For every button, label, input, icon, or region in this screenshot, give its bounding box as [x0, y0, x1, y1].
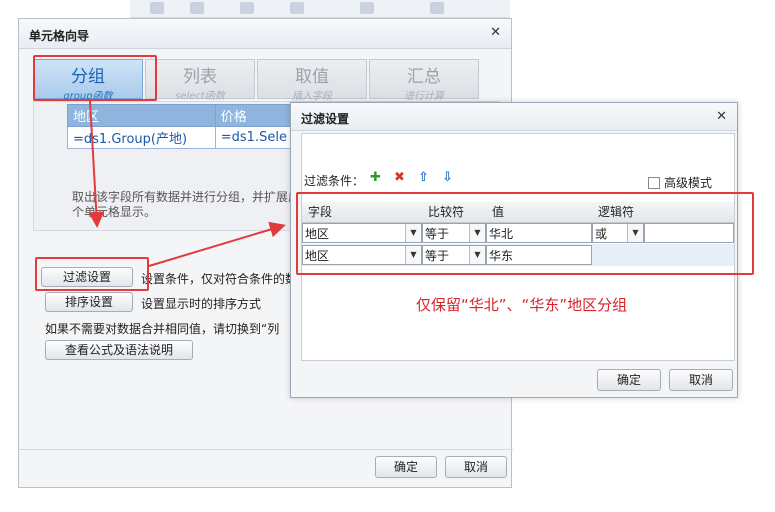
tab-group-sub: group函数 [63, 91, 113, 102]
field-value: 地区 [305, 248, 330, 263]
row-spacer [644, 223, 734, 244]
field-select[interactable]: 地区 ▼ [302, 223, 422, 244]
filter-settings-dialog: 过滤设置 ✕ 过滤条件： ✚ ✖ ⇧ ⇩ 高级模式 字段 比较符 值 逻辑符 地… [290, 102, 738, 398]
tab-list-label: 列表 [183, 67, 217, 87]
main-titlebar: 单元格向导 ✕ [19, 19, 511, 49]
delete-icon[interactable]: ✖ [394, 170, 405, 185]
field-select[interactable]: 地区 ▼ [302, 245, 422, 265]
field-value: 地区 [305, 226, 330, 241]
row-spacer [592, 244, 734, 266]
preview-cell-group: =ds1.Group(产地) [67, 126, 216, 149]
move-up-icon[interactable]: ⇧ [418, 170, 429, 185]
filter-ok-button[interactable]: 确定 [597, 369, 661, 391]
logic-select[interactable]: 或 ▼ [592, 223, 644, 244]
condition-label: 过滤条件： [304, 174, 365, 188]
tab-summary[interactable]: 汇总 进行计算 [369, 59, 479, 102]
tab-value-label: 取值 [295, 67, 329, 87]
footer-divider [19, 449, 513, 450]
sort-settings-desc: 设置显示时的排序方式 [141, 297, 262, 311]
filter-dialog-title: 过滤设置 [301, 112, 350, 126]
col-value: 值 [486, 202, 592, 223]
operator-select[interactable]: 等于 ▼ [422, 245, 486, 265]
col-logic: 逻辑符 [592, 202, 734, 223]
filter-settings-button[interactable]: 过滤设置 [41, 267, 133, 287]
tab-value[interactable]: 取值 插入字段 [257, 59, 367, 102]
sort-settings-button[interactable]: 排序设置 [45, 292, 133, 312]
operator-select[interactable]: 等于 ▼ [422, 223, 486, 244]
condition-row: 地区 ▼ 等于 ▼ 华东 [302, 244, 734, 266]
background-toolbar [130, 0, 510, 18]
add-icon[interactable]: ✚ [370, 170, 381, 185]
operator-value: 等于 [425, 226, 450, 241]
tab-list-sub: select函数 [175, 91, 225, 102]
filter-close-icon[interactable]: ✕ [716, 109, 727, 124]
chevron-down-icon[interactable]: ▼ [627, 224, 643, 243]
chevron-down-icon[interactable]: ▼ [469, 224, 485, 243]
advanced-mode-checkbox[interactable] [648, 177, 660, 189]
main-ok-button[interactable]: 确定 [375, 456, 437, 478]
merge-hint: 如果不需要对数据合并相同值，请切换到“列 [45, 322, 280, 336]
tab-list[interactable]: 列表 select函数 [145, 59, 255, 102]
filter-cancel-button[interactable]: 取消 [669, 369, 733, 391]
main-dialog-title: 单元格向导 [29, 29, 90, 43]
value-text: 华东 [489, 248, 514, 263]
operator-value: 等于 [425, 248, 450, 263]
logic-value: 或 [595, 226, 608, 241]
chevron-down-icon[interactable]: ▼ [469, 246, 485, 264]
group-description: 取出该字段所有数据并进行分组，并扩展成多个单元格显示。 [72, 190, 313, 219]
value-text: 华北 [489, 226, 514, 241]
formula-help-button[interactable]: 查看公式及语法说明 [45, 340, 193, 360]
col-field: 字段 [302, 202, 422, 223]
tab-summary-label: 汇总 [407, 67, 441, 87]
filter-settings-desc: 设置条件，仅对符合条件的数 [141, 272, 298, 286]
preview-header-region: 地区 [67, 104, 216, 127]
filter-titlebar: 过滤设置 ✕ [291, 103, 737, 131]
tab-summary-sub: 进行计算 [404, 91, 444, 102]
tab-group-label: 分组 [71, 67, 105, 87]
advanced-mode-label: 高级模式 [664, 176, 713, 190]
condition-grid: 字段 比较符 值 逻辑符 地区 ▼ 等于 ▼ 华北 或 ▼ 地区 ▼ 等于 ▼ 华东 [302, 202, 734, 266]
value-input[interactable]: 华北 [486, 223, 592, 244]
col-operator: 比较符 [422, 202, 486, 223]
advanced-mode[interactable]: 高级模式 [648, 174, 712, 191]
wizard-tabs: 分组 group函数 列表 select函数 取值 插入字段 汇总 进行计算 [33, 59, 499, 102]
move-down-icon[interactable]: ⇩ [442, 170, 453, 185]
tab-group[interactable]: 分组 group函数 [33, 59, 143, 102]
filter-body: 过滤条件： ✚ ✖ ⇧ ⇩ 高级模式 字段 比较符 值 逻辑符 地区 ▼ 等于 ▼ … [301, 133, 735, 361]
annotation-note: 仅保留“华北”、“华东”地区分组 [416, 296, 628, 314]
main-cancel-button[interactable]: 取消 [445, 456, 507, 478]
preview-table: 地区 价格 =ds1.Group(产地) =ds1.Sele [67, 104, 308, 149]
value-input[interactable]: 华东 [486, 245, 592, 265]
close-icon[interactable]: ✕ [490, 25, 501, 40]
chevron-down-icon[interactable]: ▼ [405, 246, 421, 264]
condition-row: 地区 ▼ 等于 ▼ 华北 或 ▼ [302, 222, 734, 244]
tab-value-sub: 插入字段 [292, 91, 332, 102]
chevron-down-icon[interactable]: ▼ [405, 224, 421, 243]
